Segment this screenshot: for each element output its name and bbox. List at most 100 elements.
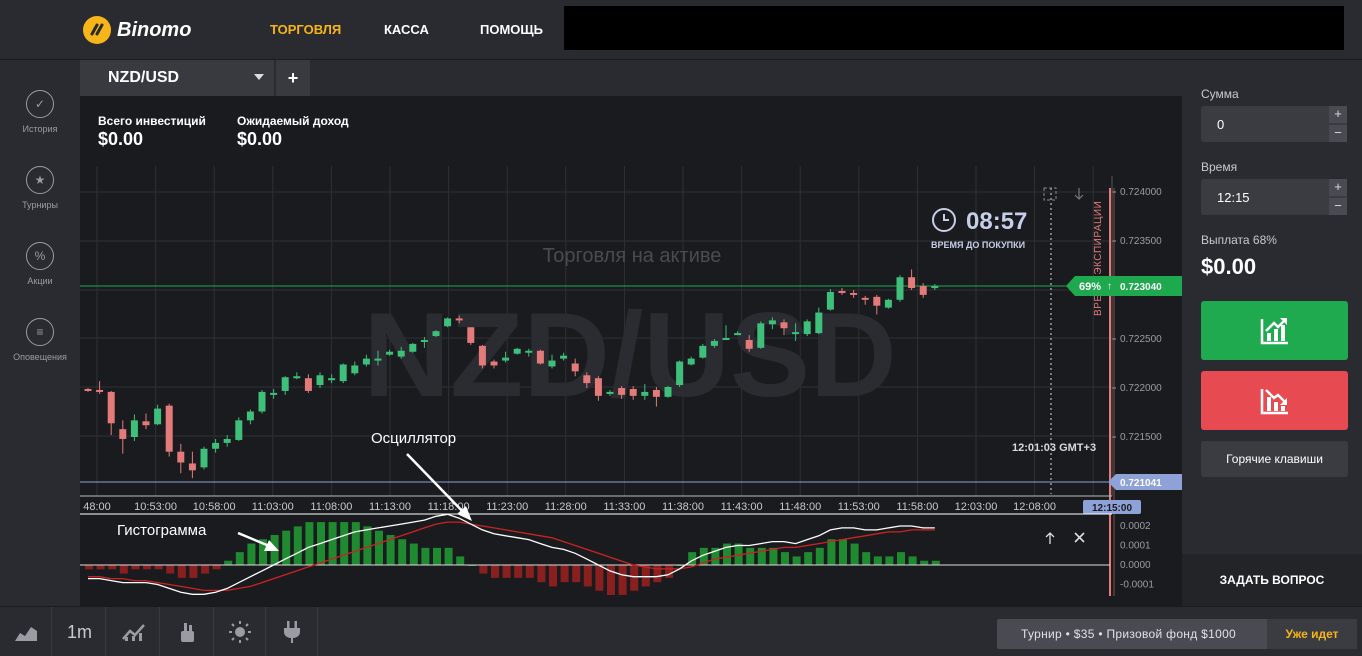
logo[interactable]: Binomo — [83, 16, 191, 44]
sidebar-item-tournaments[interactable]: ★ Турниры — [0, 166, 80, 210]
histogram-bar — [862, 552, 871, 565]
candle — [850, 292, 858, 295]
amount-increase-button[interactable]: + — [1329, 106, 1347, 123]
sidebar-item-promotions[interactable]: % Акции — [0, 242, 80, 286]
candle — [710, 340, 718, 346]
nav-help[interactable]: ПОМОЩЬ — [480, 22, 543, 37]
candle — [722, 338, 730, 341]
candle — [165, 405, 173, 452]
asset-tab-bar: NZD/USD + — [80, 60, 1182, 96]
sidebar-item-notifications[interactable]: ≡ Оповещения — [0, 318, 80, 362]
call-up-button[interactable] — [1201, 301, 1348, 360]
close-icon[interactable] — [1074, 532, 1085, 543]
oscillator-histogram — [85, 522, 940, 596]
candle — [351, 365, 359, 374]
trophy-icon: ★ — [26, 166, 54, 194]
x-tick-label: 11:58:00 — [896, 501, 938, 513]
histogram-bar — [433, 547, 441, 565]
hotkeys-button[interactable]: Горячие клавиши — [1201, 441, 1348, 477]
histogram-bar — [630, 565, 639, 591]
price-chart[interactable]: NZD/USD Торговля на активе ВРЕМЯ ЭКСПИРА… — [80, 96, 1182, 606]
candle — [293, 376, 301, 379]
chart-area[interactable]: Всего инвестиций $0.00 Ожидаемый доход $… — [80, 96, 1182, 606]
candle — [444, 318, 452, 327]
candle — [919, 286, 927, 295]
chart-type-button[interactable] — [0, 607, 52, 656]
annotation-histogram: Гистограмма — [117, 522, 207, 539]
histogram-bar — [85, 565, 93, 570]
chevron-down-icon[interactable] — [254, 74, 264, 80]
tournament-text: Турнир • $35 • Призовой фонд $1000 — [1021, 627, 1237, 641]
histogram-bar — [792, 556, 801, 565]
candle — [826, 291, 834, 310]
histogram-bar — [908, 556, 917, 565]
histogram-bar — [583, 565, 592, 587]
chart-down-icon — [1260, 388, 1288, 414]
candle — [130, 420, 138, 437]
x-tick-label: 11:03:00 — [252, 501, 294, 513]
chart-up-icon — [1260, 317, 1288, 344]
amount-decrease-button[interactable]: − — [1329, 125, 1347, 142]
check-circle-icon: ✓ — [26, 90, 54, 118]
time-increase-button[interactable]: + — [1329, 179, 1347, 196]
add-asset-button[interactable]: + — [276, 60, 310, 96]
payout-value: $0.00 — [1201, 254, 1257, 279]
nav-trade[interactable]: ТОРГОВЛЯ — [270, 22, 341, 37]
expiry-label: ВРЕМЯ ЭКСПИРАЦИИ — [1093, 201, 1104, 316]
histogram-bar — [398, 539, 407, 565]
tournament-banner[interactable]: Турнир • $35 • Призовой фонд $1000 Уже и… — [997, 619, 1357, 649]
candle — [339, 364, 347, 382]
indicators-button[interactable] — [108, 607, 160, 656]
candle — [397, 350, 405, 357]
x-tick-label: 11:33:00 — [603, 501, 645, 513]
arrow-down-icon[interactable] — [1074, 188, 1084, 200]
candle — [896, 277, 904, 300]
histogram-bar — [456, 556, 465, 565]
histogram-bar — [653, 565, 662, 583]
asset-name: NZD/USD — [108, 69, 180, 86]
plugin-button[interactable] — [266, 607, 318, 656]
timeframe-button[interactable]: 1m — [54, 607, 106, 656]
candle — [792, 332, 800, 335]
arrow-up-icon[interactable] — [1045, 532, 1055, 544]
low-price-tag: 0.721041 — [1108, 474, 1182, 490]
ask-question-button[interactable]: ЗАДАТЬ ВОПРОС — [1182, 554, 1362, 606]
candle — [513, 348, 521, 354]
candle — [154, 408, 162, 425]
candle — [246, 411, 254, 421]
x-tick-label: 11:13:00 — [369, 501, 411, 513]
histogram-bar — [665, 565, 673, 578]
header-banner — [564, 6, 1344, 50]
indicators-icon — [121, 624, 145, 641]
candle — [455, 318, 463, 321]
asset-tab[interactable]: NZD/USD — [80, 60, 274, 96]
fullscreen-icon[interactable] — [1043, 187, 1057, 201]
x-tick-label: 11:28:00 — [545, 501, 587, 513]
candle — [536, 350, 544, 364]
osc-tick-label: 0.0002 — [1120, 521, 1151, 532]
put-down-button[interactable] — [1201, 371, 1348, 430]
nav-cashier[interactable]: КАССА — [384, 22, 429, 37]
time-label: Время — [1201, 160, 1238, 174]
drawing-tools-button[interactable] — [162, 607, 214, 656]
x-tick-label: 11:53:00 — [838, 501, 880, 513]
time-decrease-button[interactable]: − — [1329, 198, 1347, 215]
bottom-toolbar: 1m Турнир • $35 • Призовой фонд $1000 Уж… — [0, 606, 1362, 656]
timer-value: 08:57 — [966, 208, 1027, 235]
candle — [258, 391, 266, 412]
amount-field[interactable]: 0 + − — [1201, 106, 1347, 142]
time-field[interactable]: 12:15 + − — [1201, 179, 1347, 215]
candle — [734, 333, 742, 336]
gmt-time: 12:01:03 GMT+3 — [1012, 442, 1096, 454]
histogram-bar — [166, 565, 175, 574]
candle — [861, 297, 869, 300]
candle — [560, 355, 568, 359]
candle — [177, 451, 185, 463]
expiry-time-tag: 12:15:00 — [1083, 500, 1141, 514]
sidebar-item-history[interactable]: ✓ История — [0, 90, 80, 134]
theme-button[interactable] — [214, 607, 266, 656]
osc-tick-label: -0.0001 — [1120, 580, 1154, 591]
histogram-bar — [96, 565, 105, 570]
sidebar-item-label: Акции — [27, 276, 53, 286]
candle — [594, 378, 602, 396]
